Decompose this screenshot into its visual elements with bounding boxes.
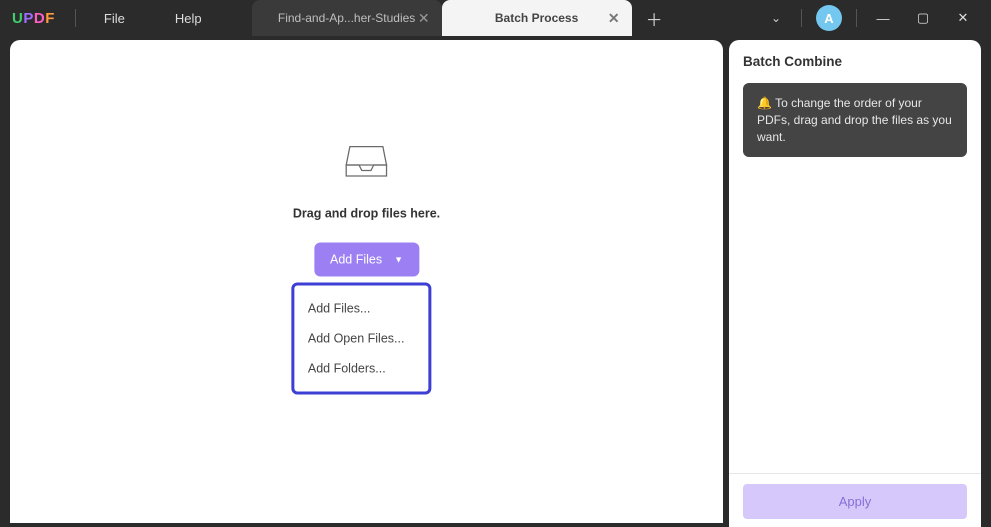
- menu-file[interactable]: File: [96, 7, 133, 30]
- separator: [75, 9, 76, 27]
- button-label: Add Files: [330, 253, 382, 267]
- drop-text: Drag and drop files here.: [293, 207, 440, 221]
- close-icon[interactable]: ✕: [418, 10, 430, 27]
- app-logo: UPDF: [12, 10, 55, 27]
- separator: [801, 9, 802, 27]
- maximize-button[interactable]: ▢: [903, 2, 943, 34]
- tip-text: To change the order of your PDFs, drag a…: [757, 96, 952, 144]
- window-controls: ⌄ A — ▢ ✕: [757, 2, 983, 34]
- panel-title: Batch Combine: [743, 54, 967, 69]
- sidebar-panel: Batch Combine 🔔 To change the order of y…: [729, 40, 981, 527]
- bell-icon: 🔔: [757, 96, 772, 110]
- apply-button[interactable]: Apply: [743, 484, 967, 519]
- separator: [856, 9, 857, 27]
- new-tab-button[interactable]: ＋: [632, 6, 677, 31]
- avatar[interactable]: A: [816, 5, 842, 31]
- sidebar: Batch Combine 🔔 To change the order of y…: [723, 36, 991, 527]
- dropdown-item-add-open-files[interactable]: Add Open Files...: [298, 324, 424, 354]
- titlebar: UPDF File Help Find-and-Ap...her-Studies…: [0, 0, 991, 36]
- menu-help[interactable]: Help: [167, 7, 210, 30]
- close-icon[interactable]: ✕: [608, 10, 620, 27]
- tabs: Find-and-Ap...her-Studies ✕ Batch Proces…: [252, 0, 677, 36]
- tip-box: 🔔 To change the order of your PDFs, drag…: [743, 83, 967, 157]
- sidebar-footer: Apply: [729, 473, 981, 527]
- tab-find-and-ap[interactable]: Find-and-Ap...her-Studies ✕: [252, 0, 442, 36]
- caret-down-icon: ▼: [394, 255, 403, 265]
- tab-label: Find-and-Ap...her-Studies: [278, 11, 415, 25]
- tab-batch-process[interactable]: Batch Process ✕: [442, 0, 632, 36]
- add-files-dropdown: Add Files... Add Open Files... Add Folde…: [291, 283, 431, 395]
- add-files-button[interactable]: Add Files ▼: [314, 243, 419, 277]
- drop-area[interactable]: Drag and drop files here. Add Files ▼ Ad…: [10, 40, 723, 523]
- chevron-down-icon[interactable]: ⌄: [757, 5, 795, 31]
- dropdown-item-add-files[interactable]: Add Files...: [298, 294, 424, 324]
- workspace: Drag and drop files here. Add Files ▼ Ad…: [0, 36, 991, 527]
- main-canvas: Drag and drop files here. Add Files ▼ Ad…: [0, 36, 723, 527]
- minimize-button[interactable]: —: [863, 3, 903, 34]
- tab-label: Batch Process: [495, 11, 578, 25]
- close-button[interactable]: ✕: [943, 2, 983, 34]
- dropzone: Drag and drop files here. Add Files ▼ Ad…: [293, 140, 440, 395]
- dropdown-item-add-folders[interactable]: Add Folders...: [298, 354, 424, 384]
- inbox-icon: [293, 140, 440, 183]
